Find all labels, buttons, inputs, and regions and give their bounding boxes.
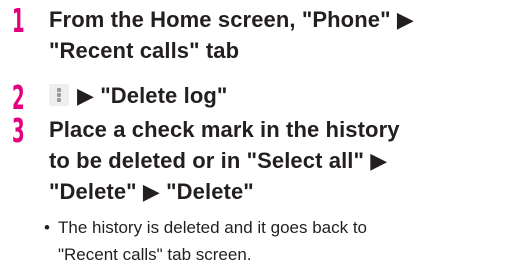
step-1-line-1: From the Home screen, "Phone" ▶ [49,7,414,32]
step-number-1: 1 [12,1,25,40]
step-number-3: 3 [12,111,25,150]
step-3-text: Place a check mark in the history to be … [49,114,400,207]
step-2-label: ▶ "Delete log" [77,83,228,108]
step-3-line-3: "Delete" ▶ "Delete" [49,179,254,204]
note-line-2: "Recent calls" tab screen. [58,245,252,264]
step-2-text: ▶ "Delete log" [49,80,227,111]
step-1-text: From the Home screen, "Phone" ▶ "Recent … [49,4,414,66]
step-3-line-2: to be deleted or in "Select all" ▶ [49,148,388,173]
step-1-line-2: "Recent calls" tab [49,38,240,63]
step-3-line-1: Place a check mark in the history [49,117,400,142]
note-bullet: • [44,218,50,237]
step-number-2: 2 [12,78,25,117]
step-3-note: • The history is deleted and it goes bac… [44,214,368,268]
note-line-1: The history is deleted and it goes back … [58,218,368,237]
vertical-ellipsis-menu-icon [49,84,69,106]
